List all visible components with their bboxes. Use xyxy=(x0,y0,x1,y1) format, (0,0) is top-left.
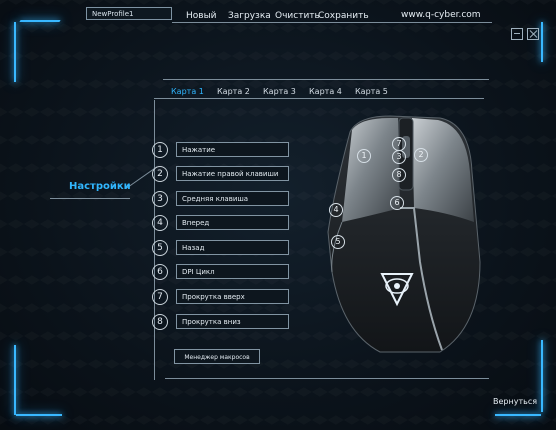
button-number: 6 xyxy=(152,264,168,280)
button-number: 3 xyxy=(152,191,168,207)
settings-label[interactable]: Настройки xyxy=(69,181,131,192)
menu-save[interactable]: Сохранить xyxy=(318,11,369,21)
minimize-icon xyxy=(514,33,520,34)
button-number: 7 xyxy=(152,289,168,305)
tab-map-1[interactable]: Карта 1 xyxy=(171,87,204,96)
mouse-illustration xyxy=(320,112,490,361)
button-number: 8 xyxy=(152,314,168,330)
mouse-image xyxy=(327,115,481,353)
settings-line-left xyxy=(50,198,130,199)
key-assign-button-8[interactable]: Прокрутка вниз xyxy=(176,314,289,329)
mouse-callout-6: 6 xyxy=(390,196,404,210)
tab-underline xyxy=(154,98,484,99)
frame-glow-left xyxy=(14,22,16,82)
close-button[interactable] xyxy=(527,28,539,40)
key-assign-button-6[interactable]: DPI Цикл xyxy=(176,264,289,279)
mouse-callout-8: 8 xyxy=(392,168,406,182)
key-assign-button-3[interactable]: Средняя клавиша xyxy=(176,191,289,206)
back-button[interactable]: Вернуться xyxy=(493,397,537,406)
frame-glow-bottom-right-h xyxy=(495,414,541,416)
mouse-callout-1: 1 xyxy=(357,149,371,163)
button-number: 1 xyxy=(152,142,168,158)
tab-map-2[interactable]: Карта 2 xyxy=(217,87,250,96)
key-assign-button-1[interactable]: Нажатие xyxy=(176,142,289,157)
menu-new[interactable]: Новый xyxy=(186,11,217,21)
mouse-callout-5: 5 xyxy=(331,235,345,249)
menu-clear[interactable]: Очистить xyxy=(275,11,320,21)
tab-divider xyxy=(163,79,489,80)
mouse-callout-2: 2 xyxy=(414,148,428,162)
frame-glow-bottom-left-h xyxy=(16,414,62,416)
macro-manager-button[interactable]: Менеджер макросов xyxy=(174,349,260,364)
left-vertical-line xyxy=(154,100,155,380)
top-divider xyxy=(172,22,492,23)
mouse-callout-7: 7 xyxy=(392,137,406,151)
button-number: 2 xyxy=(152,166,168,182)
site-link[interactable]: www.q-cyber.com xyxy=(401,10,481,20)
minimize-button[interactable] xyxy=(511,28,523,40)
button-number: 5 xyxy=(152,240,168,256)
key-assign-button-2[interactable]: Нажатие правой клавиши xyxy=(176,166,289,181)
top-bar: NewProfile1 Новый Загрузка Очистить Сохр… xyxy=(0,0,556,30)
key-assign-button-5[interactable]: Назад xyxy=(176,240,289,255)
frame-glow-bottom-left xyxy=(14,345,16,415)
mouse-callout-4: 4 xyxy=(329,203,343,217)
profile-tab[interactable]: NewProfile1 xyxy=(86,7,172,20)
bottom-divider xyxy=(165,378,489,379)
menu-load[interactable]: Загрузка xyxy=(228,11,271,21)
mouse-callout-3: 3 xyxy=(392,150,406,164)
button-number: 4 xyxy=(152,215,168,231)
key-assign-button-7[interactable]: Прокрутка вверх xyxy=(176,289,289,304)
tab-map-5[interactable]: Карта 5 xyxy=(355,87,388,96)
tab-map-3[interactable]: Карта 3 xyxy=(263,87,296,96)
tab-map-4[interactable]: Карта 4 xyxy=(309,87,342,96)
key-assign-button-4[interactable]: Вперед xyxy=(176,215,289,230)
frame-glow-right xyxy=(541,340,543,412)
